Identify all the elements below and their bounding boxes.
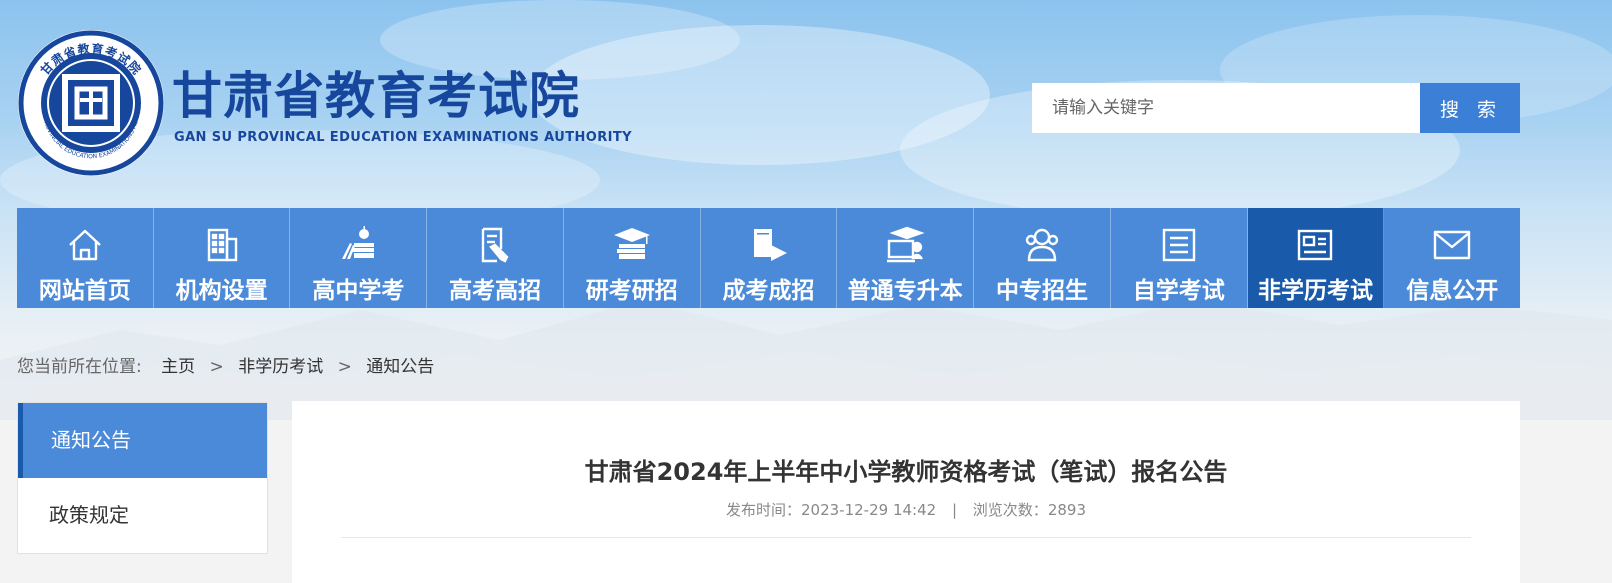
nav-item-self-study[interactable]: 自学考试 — [1111, 208, 1248, 308]
nav-label: 信息公开 — [1406, 278, 1499, 304]
nav-label: 高中学考 — [312, 278, 405, 304]
breadcrumb-separator: > — [209, 357, 224, 377]
building-icon — [207, 228, 237, 262]
nav-item-vocational[interactable]: 中专招生 — [974, 208, 1111, 308]
nav-label: 普通专升本 — [847, 278, 963, 304]
nav-item-organization[interactable]: 机构设置 — [154, 208, 291, 308]
book-flag-icon — [753, 229, 787, 261]
books-apple-icon — [342, 226, 375, 259]
nav-label: 高考高招 — [449, 278, 542, 304]
nav-item-info-disclosure[interactable]: 信息公开 — [1384, 208, 1520, 308]
nav-label: 成考成招 — [722, 278, 815, 304]
nav-item-high-school-exam[interactable]: 高中学考 — [290, 208, 428, 308]
sidebar: 通知公告 政策规定 — [17, 402, 268, 554]
article-title: 甘肃省2024年上半年中小学教师资格考试（笔试）报名公告 — [584, 458, 1228, 486]
publish-time-label: 发布时间： — [725, 501, 801, 519]
nav-label: 中专招生 — [996, 278, 1088, 304]
nav-item-graduate-exam[interactable]: 研考研招 — [564, 208, 701, 308]
envelope-icon — [1434, 230, 1471, 260]
nav-label: 自学考试 — [1132, 278, 1225, 304]
main-nav: 网站首页 机构设置 高中学考 高考高招 研考研招 成考成招 普通专升本 中专招生… — [17, 208, 1520, 308]
sidebar-item-notices[interactable]: 通知公告 — [18, 403, 267, 478]
article-meta: 发布时间：2023-12-29 14:42 | 浏览次数：2893 — [292, 499, 1520, 520]
breadcrumb-non-degree-exam[interactable]: 非学历考试 — [238, 357, 323, 377]
search-input[interactable] — [1032, 83, 1420, 133]
id-card-icon — [1298, 229, 1333, 261]
breadcrumb-separator: > — [337, 357, 352, 377]
nav-item-college-entrance[interactable]: 高考高招 — [427, 208, 564, 308]
nav-label: 网站首页 — [38, 278, 131, 304]
breadcrumb: 您当前所在位置: 主页 > 非学历考试 > 通知公告 — [17, 352, 434, 377]
meta-divider: | — [951, 501, 958, 519]
breadcrumb-prefix: 您当前所在位置: — [17, 357, 142, 377]
nav-item-adult-exam[interactable]: 成考成招 — [701, 208, 838, 308]
site-logo[interactable]: 甘肃省教育考试院 GANSU PROVINCIAL EDUCATION EXAM… — [16, 28, 166, 178]
home-icon — [69, 229, 101, 261]
sidebar-item-policies[interactable]: 政策规定 — [18, 478, 267, 553]
site-subtitle: GAN SU PROVINCAL EDUCATION EXAMINATIONS … — [174, 130, 632, 145]
article-divider-line — [341, 537, 1471, 538]
article-panel: 甘肃省2024年上半年中小学教师资格考试（笔试）报名公告 发布时间：2023-1… — [292, 401, 1520, 583]
nav-item-upgrade-bachelor[interactable]: 普通专升本 — [837, 208, 975, 308]
nav-label: 非学历考试 — [1257, 278, 1373, 304]
publish-time: 2023-12-29 14:42 — [801, 501, 937, 519]
search-button[interactable]: 搜 索 — [1420, 83, 1520, 133]
nav-label: 研考研招 — [585, 278, 678, 304]
site-title: 甘肃省教育考试院 — [172, 67, 580, 125]
graduation-books-icon — [613, 228, 650, 259]
nav-item-non-degree-exam[interactable]: 非学历考试 — [1247, 208, 1385, 308]
notebook-icon — [1162, 228, 1195, 262]
graduate-screen-icon — [887, 226, 925, 263]
view-count: 2893 — [1047, 501, 1086, 519]
breadcrumb-home[interactable]: 主页 — [161, 357, 195, 377]
nav-item-home[interactable]: 网站首页 — [17, 208, 154, 308]
nav-label: 机构设置 — [175, 278, 268, 304]
breadcrumb-notices[interactable]: 通知公告 — [366, 357, 434, 377]
search-bar: 搜 索 — [1032, 83, 1520, 133]
view-count-label: 浏览次数： — [972, 501, 1048, 519]
users-icon — [1025, 228, 1059, 262]
document-pen-icon — [481, 227, 509, 263]
